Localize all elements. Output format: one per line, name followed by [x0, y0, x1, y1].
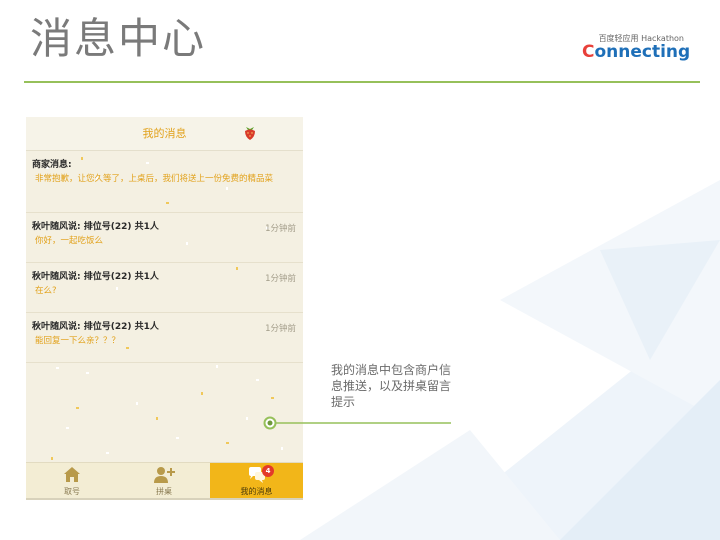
- message-time: 1分钟前: [265, 224, 296, 234]
- tab-label: 取号: [64, 487, 80, 496]
- message-sender: 秋叶随风说: 排位号(22) 共1人: [32, 272, 159, 282]
- annotation-connector: [263, 416, 451, 430]
- tab-take-number[interactable]: 取号: [26, 463, 118, 498]
- home-icon: [64, 467, 80, 482]
- tab-label: 我的消息: [240, 487, 273, 496]
- phone-header: 我的消息: [26, 117, 303, 151]
- strawberry-icon: [245, 127, 255, 140]
- logo-wordmark: Connecting: [582, 42, 691, 62]
- message-time: 1分钟前: [265, 324, 296, 334]
- message-body: 非常抱歉，让您久等了，上桌后，我们将送上一份免费的精品菜: [35, 174, 274, 184]
- merchant-message[interactable]: 商家消息: 非常抱歉，让您久等了，上桌后，我们将送上一份免费的精品菜: [26, 151, 303, 213]
- add-user-icon: [154, 467, 175, 483]
- title-divider: [24, 81, 700, 83]
- tab-label: 拼桌: [156, 487, 172, 496]
- unread-badge: 4: [262, 465, 274, 477]
- hackathon-logo: 百度轻应用 Hackathon Connecting: [578, 30, 690, 66]
- tab-share-table[interactable]: 拼桌: [118, 463, 210, 498]
- annotation-text: 我的消息中包含商户信息推送，以及拼桌留言提示: [331, 363, 452, 409]
- phone-screenshot: 我的消息 商家消息: 非常抱歉，让您久等了，上桌后，我们将送上一份免费的精品菜 …: [26, 117, 303, 500]
- slide-title: 消息中心: [30, 14, 207, 63]
- message-sender: 秋叶随风说: 排位号(22) 共1人: [32, 322, 159, 332]
- tab-my-messages[interactable]: 4 我的消息: [210, 463, 303, 498]
- message-item[interactable]: 秋叶随风说: 排位号(22) 共1人 1分钟前 在么?: [26, 263, 303, 313]
- message-body: 能回复一下么亲？？？: [35, 336, 121, 346]
- message-item[interactable]: 秋叶随风说: 排位号(22) 共1人 1分钟前 能回复一下么亲？？？: [26, 313, 303, 363]
- message-sender: 商家消息:: [32, 160, 72, 170]
- message-body: 在么?: [35, 286, 57, 296]
- message-time: 1分钟前: [265, 274, 296, 284]
- bottom-tab-bar: 取号 拼桌 4 我的消息: [26, 462, 303, 498]
- message-sender: 秋叶随风说: 排位号(22) 共1人: [32, 222, 159, 232]
- message-item[interactable]: 秋叶随风说: 排位号(22) 共1人 1分钟前 你好，一起吃饭么: [26, 213, 303, 263]
- message-body: 你好，一起吃饭么: [35, 236, 104, 246]
- phone-title: 我的消息: [142, 127, 187, 140]
